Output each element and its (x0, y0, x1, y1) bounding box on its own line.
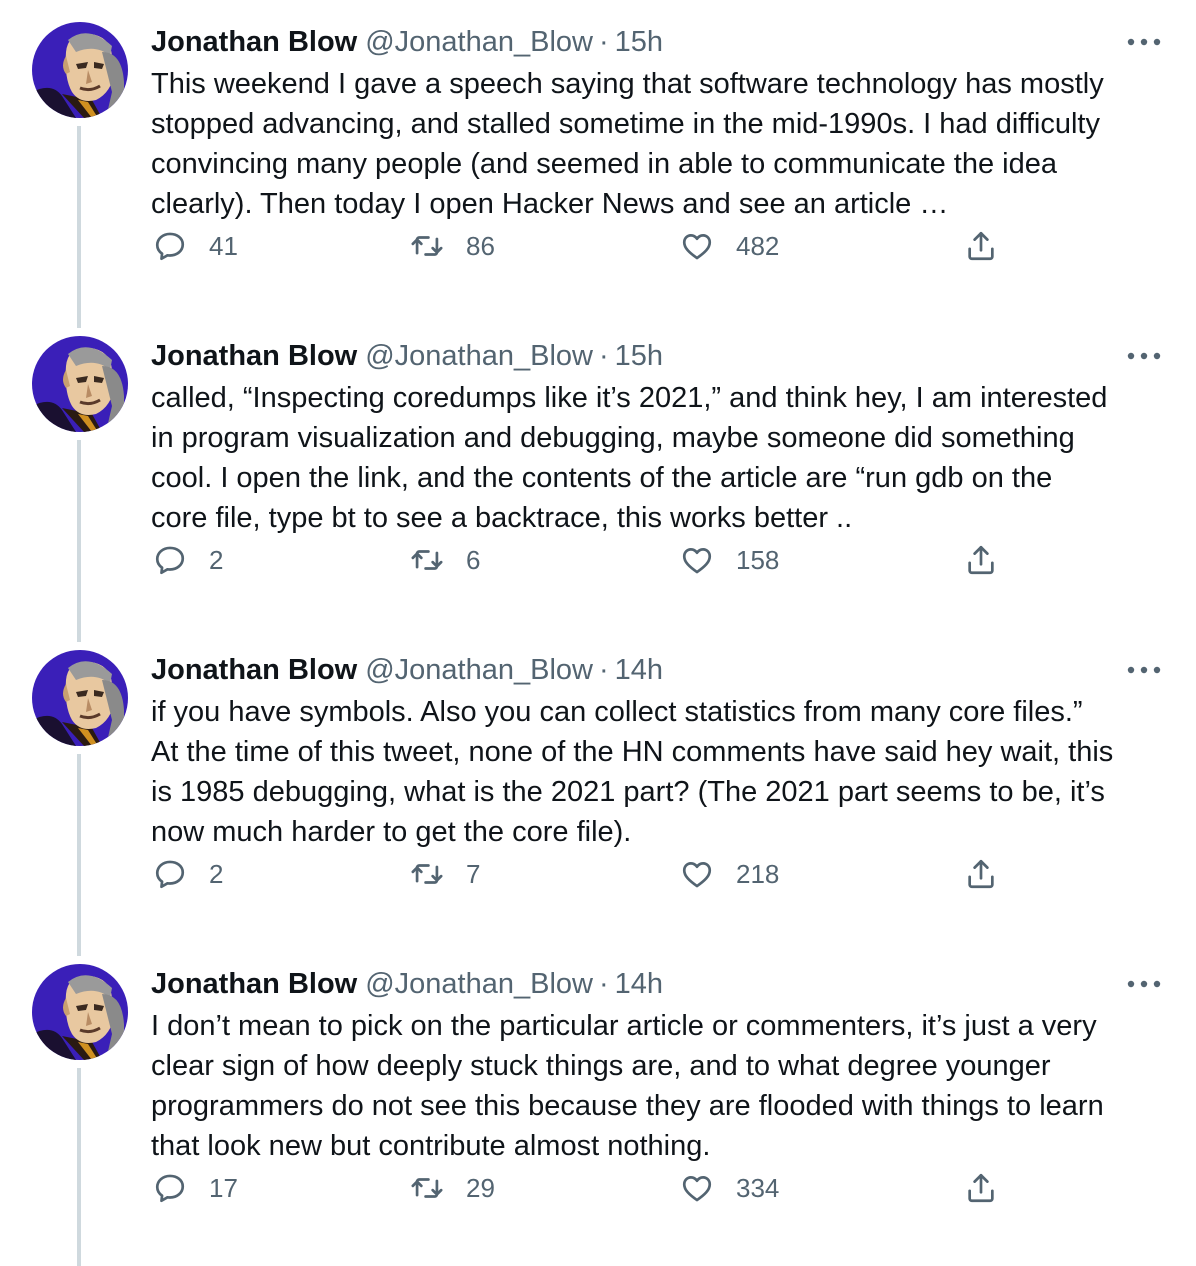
tweet[interactable]: Jonathan Blow @Jonathan_Blow · 15h This … (0, 0, 1196, 328)
retweet-icon (410, 1171, 444, 1205)
tweet-header: Jonathan Blow @Jonathan_Blow · 15h (151, 22, 663, 62)
retweet-count: 29 (466, 1172, 495, 1203)
reply-count: 41 (209, 230, 238, 261)
retweet-button[interactable]: 6 (410, 540, 480, 580)
avatar[interactable] (32, 650, 128, 746)
retweet-button[interactable]: 86 (410, 226, 495, 266)
more-icon[interactable] (1124, 30, 1164, 54)
share-button[interactable] (964, 226, 998, 266)
tweet-header: Jonathan Blow @Jonathan_Blow · 15h (151, 336, 663, 376)
retweet-icon (410, 857, 444, 891)
reply-button[interactable]: 2 (153, 540, 223, 580)
timestamp[interactable]: 15h (615, 336, 663, 376)
share-button[interactable] (964, 854, 998, 894)
tweet-actions: 2 6 158 (0, 540, 1196, 580)
share-button[interactable] (964, 1168, 998, 1208)
reply-icon (153, 857, 187, 891)
reply-count: 2 (209, 858, 224, 889)
avatar[interactable] (32, 964, 128, 1060)
reply-icon (153, 1171, 187, 1205)
author-handle[interactable]: @Jonathan_Blow (365, 964, 593, 1004)
tweet-actions: 2 7 218 (0, 854, 1196, 894)
thread-connector-line (77, 1068, 81, 1266)
share-icon (964, 1171, 998, 1205)
retweet-icon (410, 543, 444, 577)
like-button[interactable]: 482 (680, 226, 779, 266)
more-icon[interactable] (1124, 344, 1164, 368)
retweet-icon (410, 229, 444, 263)
reply-icon (153, 543, 187, 577)
separator: · (599, 340, 609, 372)
share-icon (964, 857, 998, 891)
like-button[interactable]: 218 (680, 854, 779, 894)
tweet-text: if you have symbols. Also you can collec… (151, 696, 1114, 848)
reply-count: 2 (209, 544, 224, 575)
share-icon (964, 543, 998, 577)
tweet[interactable]: Jonathan Blow @Jonathan_Blow · 14h if yo… (0, 628, 1196, 956)
tweet-text: I don’t mean to pick on the particular a… (151, 1010, 1104, 1162)
like-icon (680, 857, 714, 891)
author-handle[interactable]: @Jonathan_Blow (365, 650, 593, 690)
retweet-count: 7 (466, 858, 481, 889)
like-icon (680, 1171, 714, 1205)
tweet-text: called, “Inspecting coredumps like it’s … (151, 382, 1108, 534)
tweet-text: This weekend I gave a speech saying that… (151, 68, 1104, 220)
like-icon (680, 229, 714, 263)
tweet-actions: 17 29 334 (0, 1168, 1196, 1208)
like-icon (680, 543, 714, 577)
timestamp[interactable]: 15h (615, 22, 663, 62)
more-icon[interactable] (1124, 658, 1164, 682)
retweet-button[interactable]: 7 (410, 854, 480, 894)
like-count: 334 (736, 1172, 780, 1203)
retweet-count: 86 (466, 230, 495, 261)
author-name[interactable]: Jonathan Blow (151, 22, 357, 62)
retweet-button[interactable]: 29 (410, 1168, 495, 1208)
separator: · (599, 26, 609, 58)
reply-count: 17 (209, 1172, 238, 1203)
tweet-header: Jonathan Blow @Jonathan_Blow · 14h (151, 964, 663, 1004)
reply-icon (153, 229, 187, 263)
avatar[interactable] (32, 336, 128, 432)
separator: · (599, 654, 609, 686)
reply-button[interactable]: 41 (153, 226, 238, 266)
retweet-count: 6 (466, 544, 481, 575)
like-count: 482 (736, 230, 780, 261)
like-count: 218 (736, 858, 780, 889)
more-icon[interactable] (1124, 972, 1164, 996)
reply-button[interactable]: 17 (153, 1168, 238, 1208)
tweet-header: Jonathan Blow @Jonathan_Blow · 14h (151, 650, 663, 690)
tweet-thread: Jonathan Blow @Jonathan_Blow · 15h This … (0, 0, 1196, 1266)
tweet[interactable]: Jonathan Blow @Jonathan_Blow · 14h I don… (0, 942, 1196, 1266)
author-name[interactable]: Jonathan Blow (151, 964, 357, 1004)
timestamp[interactable]: 14h (615, 964, 663, 1004)
author-name[interactable]: Jonathan Blow (151, 650, 357, 690)
avatar[interactable] (32, 22, 128, 118)
timestamp[interactable]: 14h (615, 650, 663, 690)
like-button[interactable]: 158 (680, 540, 779, 580)
separator: · (599, 968, 609, 1000)
like-button[interactable]: 334 (680, 1168, 779, 1208)
author-handle[interactable]: @Jonathan_Blow (365, 336, 593, 376)
tweet[interactable]: Jonathan Blow @Jonathan_Blow · 15h calle… (0, 314, 1196, 642)
share-button[interactable] (964, 540, 998, 580)
share-icon (964, 229, 998, 263)
author-name[interactable]: Jonathan Blow (151, 336, 357, 376)
like-count: 158 (736, 544, 780, 575)
reply-button[interactable]: 2 (153, 854, 223, 894)
author-handle[interactable]: @Jonathan_Blow (365, 22, 593, 62)
tweet-actions: 41 86 482 (0, 226, 1196, 266)
